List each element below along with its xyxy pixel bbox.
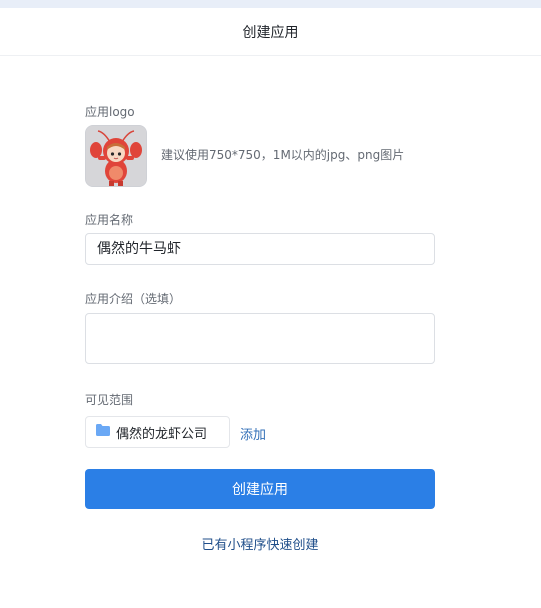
scope-label: 可见范围 — [85, 393, 134, 407]
lobster-mascot-image — [86, 126, 146, 186]
app-name-input[interactable]: 偶然的牛马虾 — [85, 233, 435, 265]
logo-label: 应用logo — [85, 105, 135, 119]
name-label: 应用名称 — [85, 213, 134, 227]
scope-item-tag: 偶然的龙虾公司 — [85, 416, 230, 448]
quick-create-link[interactable]: 已有小程序快速创建 — [0, 534, 520, 553]
add-scope-link[interactable]: 添加 — [240, 424, 266, 443]
logo-hint: 建议使用750*750，1M以内的jpg、png图片 — [161, 148, 405, 162]
intro-label: 应用介绍（选填） — [85, 292, 182, 306]
app-logo-upload[interactable] — [85, 125, 147, 187]
scope-item-label: 偶然的龙虾公司 — [116, 426, 208, 442]
folder-icon — [95, 423, 111, 441]
app-intro-textarea[interactable] — [85, 313, 435, 364]
create-app-button[interactable]: 创建应用 — [85, 469, 435, 509]
page-title: 创建应用 — [242, 24, 299, 41]
page-header: 创建应用 — [0, 8, 541, 56]
top-strip — [0, 0, 541, 8]
